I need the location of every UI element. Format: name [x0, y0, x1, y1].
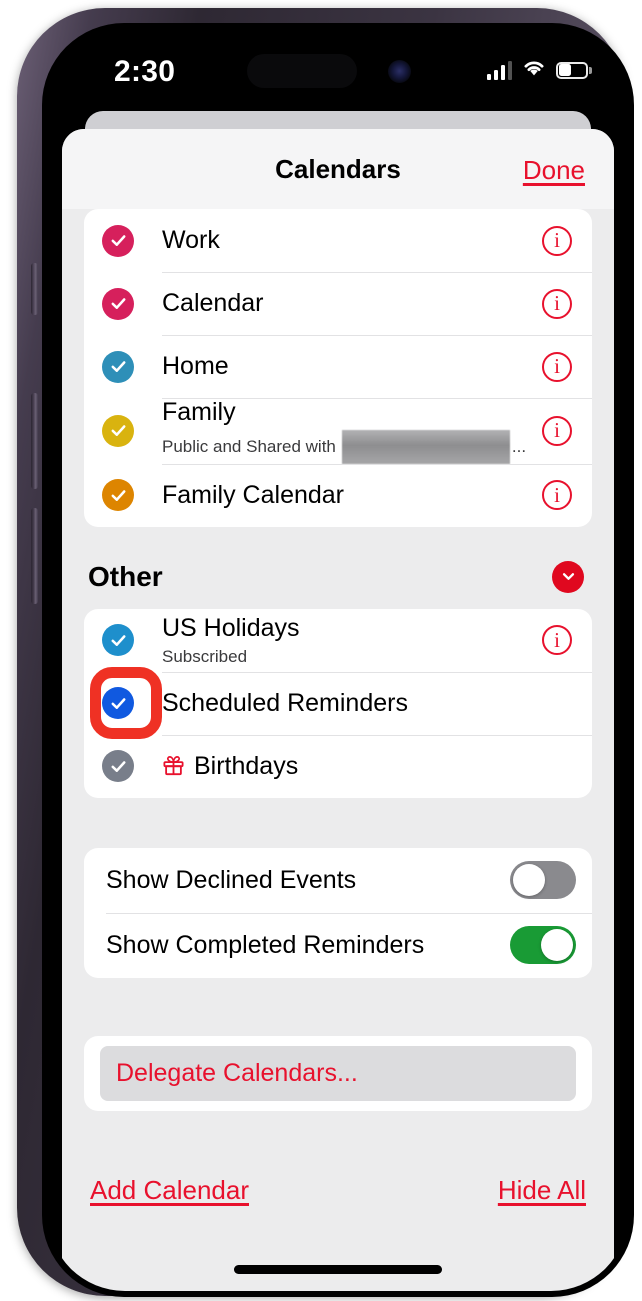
phone-frame: 2:30 Calendars Done Work i Calendar i Ho…	[17, 8, 634, 1297]
other-section-title: Other	[88, 560, 163, 592]
other-section-header: Other	[62, 527, 614, 609]
home-indicator[interactable]	[234, 1265, 442, 1274]
calendars-list: Work i Calendar i Home i Family Public and Shar…	[84, 209, 592, 527]
front-camera-icon	[388, 60, 411, 83]
sheet-header: Calendars Done	[62, 129, 614, 209]
info-icon[interactable]: i	[542, 480, 572, 511]
setting-label: Show Completed Reminders	[106, 930, 425, 959]
setting-toggle[interactable]	[510, 861, 576, 900]
info-icon[interactable]: i	[542, 288, 572, 319]
calendar-row-text: Scheduled Reminders	[162, 689, 542, 718]
calendar-subtitle-text: Public and Shared with	[162, 437, 336, 457]
delegate-calendars-button[interactable]: Delegate Calendars...	[100, 1045, 576, 1101]
calendar-checkbox[interactable]	[102, 224, 134, 257]
done-button[interactable]: Done	[523, 155, 585, 186]
info-icon[interactable]: i	[542, 625, 572, 656]
phone-screen: 2:30 Calendars Done Work i Calendar i Ho…	[48, 29, 628, 1291]
calendar-name: Family Calendar	[162, 480, 345, 509]
toggle-knob	[513, 864, 545, 897]
info-icon[interactable]: i	[542, 351, 572, 382]
calendar-row[interactable]: Family Public and Shared with... i	[84, 398, 592, 464]
calendar-name: Work	[162, 226, 220, 255]
setting-toggle[interactable]	[510, 926, 576, 965]
toggle-knob	[541, 929, 573, 962]
calendar-name: Home	[162, 352, 229, 381]
calendar-row-text: Calendar	[162, 289, 542, 318]
calendar-subtitle: Public and Shared with...	[162, 429, 542, 464]
calendar-name: Scheduled Reminders	[162, 688, 408, 717]
info-icon[interactable]: i	[542, 225, 572, 256]
calendar-subtitle-text: Subscribed	[162, 646, 248, 666]
chevron-down-icon[interactable]	[552, 560, 584, 593]
hide-all-button[interactable]: Hide All	[498, 1175, 586, 1206]
status-bar: 2:30	[48, 29, 628, 111]
calendar-row[interactable]: Birthdays	[84, 734, 592, 798]
status-bar-time: 2:30	[114, 55, 176, 88]
calendar-checkbox[interactable]	[102, 287, 134, 320]
calendar-row[interactable]: Work i	[84, 209, 592, 272]
calendar-row[interactable]: Calendar i	[84, 272, 592, 335]
action-button[interactable]	[31, 263, 38, 315]
calendar-row-text: US Holidays Subscribed	[162, 614, 542, 667]
info-icon[interactable]: i	[542, 415, 572, 446]
cellular-signal-icon	[486, 60, 512, 80]
calendar-name: Family	[162, 398, 236, 426]
status-bar-indicators	[486, 57, 592, 83]
dynamic-island	[247, 54, 357, 88]
delegate-card: Delegate Calendars...	[84, 1035, 592, 1111]
calendar-subtitle: Subscribed	[162, 646, 542, 667]
calendar-checkbox[interactable]	[102, 414, 134, 447]
calendar-row[interactable]: Family Calendar i	[84, 463, 592, 527]
setting-row[interactable]: Show Completed Reminders	[84, 912, 592, 978]
calendar-row-text: Birthdays	[162, 752, 542, 781]
add-calendar-button[interactable]: Add Calendar	[90, 1175, 249, 1206]
calendar-checkbox[interactable]	[102, 350, 134, 383]
calendar-checkbox[interactable]	[102, 687, 134, 720]
calendar-row[interactable]: Home i	[84, 335, 592, 398]
delegate-calendars-label: Delegate Calendars...	[116, 1058, 358, 1087]
calendar-subtitle-suffix: ...	[511, 437, 527, 457]
calendar-checkbox[interactable]	[102, 624, 134, 657]
calendars-sheet: Calendars Done Work i Calendar i Home i Family…	[62, 129, 614, 1291]
redacted-name	[341, 429, 510, 464]
sheet-footer: Add Calendar Hide All	[62, 1111, 614, 1206]
volume-up-button[interactable]	[31, 393, 38, 489]
calendar-row-text: Home	[162, 352, 542, 381]
calendar-name: US Holidays	[162, 613, 300, 642]
page-title: Calendars	[275, 153, 401, 184]
calendar-row-text: Work	[162, 226, 542, 255]
settings-list: Show Declined Events Show Completed Remin…	[84, 847, 592, 978]
calendar-name: Calendar	[162, 289, 264, 318]
setting-label: Show Declined Events	[106, 865, 357, 894]
calendar-row-text: Family Public and Shared with...	[162, 398, 542, 464]
battery-icon	[556, 61, 592, 79]
calendar-row-text: Family Calendar	[162, 481, 542, 510]
volume-down-button[interactable]	[31, 508, 38, 604]
setting-row[interactable]: Show Declined Events	[84, 848, 592, 913]
calendar-row[interactable]: Scheduled Reminders	[84, 667, 592, 740]
calendar-row[interactable]: US Holidays Subscribed i	[84, 609, 592, 672]
calendar-name-label: Birthdays	[194, 751, 299, 780]
calendar-name: Birthdays	[162, 752, 542, 781]
other-list: US Holidays Subscribed i Scheduled Reminder…	[84, 608, 592, 798]
gift-icon	[162, 754, 185, 777]
calendar-checkbox[interactable]	[102, 479, 134, 512]
calendar-checkbox[interactable]	[102, 750, 134, 783]
wifi-icon	[521, 58, 547, 82]
